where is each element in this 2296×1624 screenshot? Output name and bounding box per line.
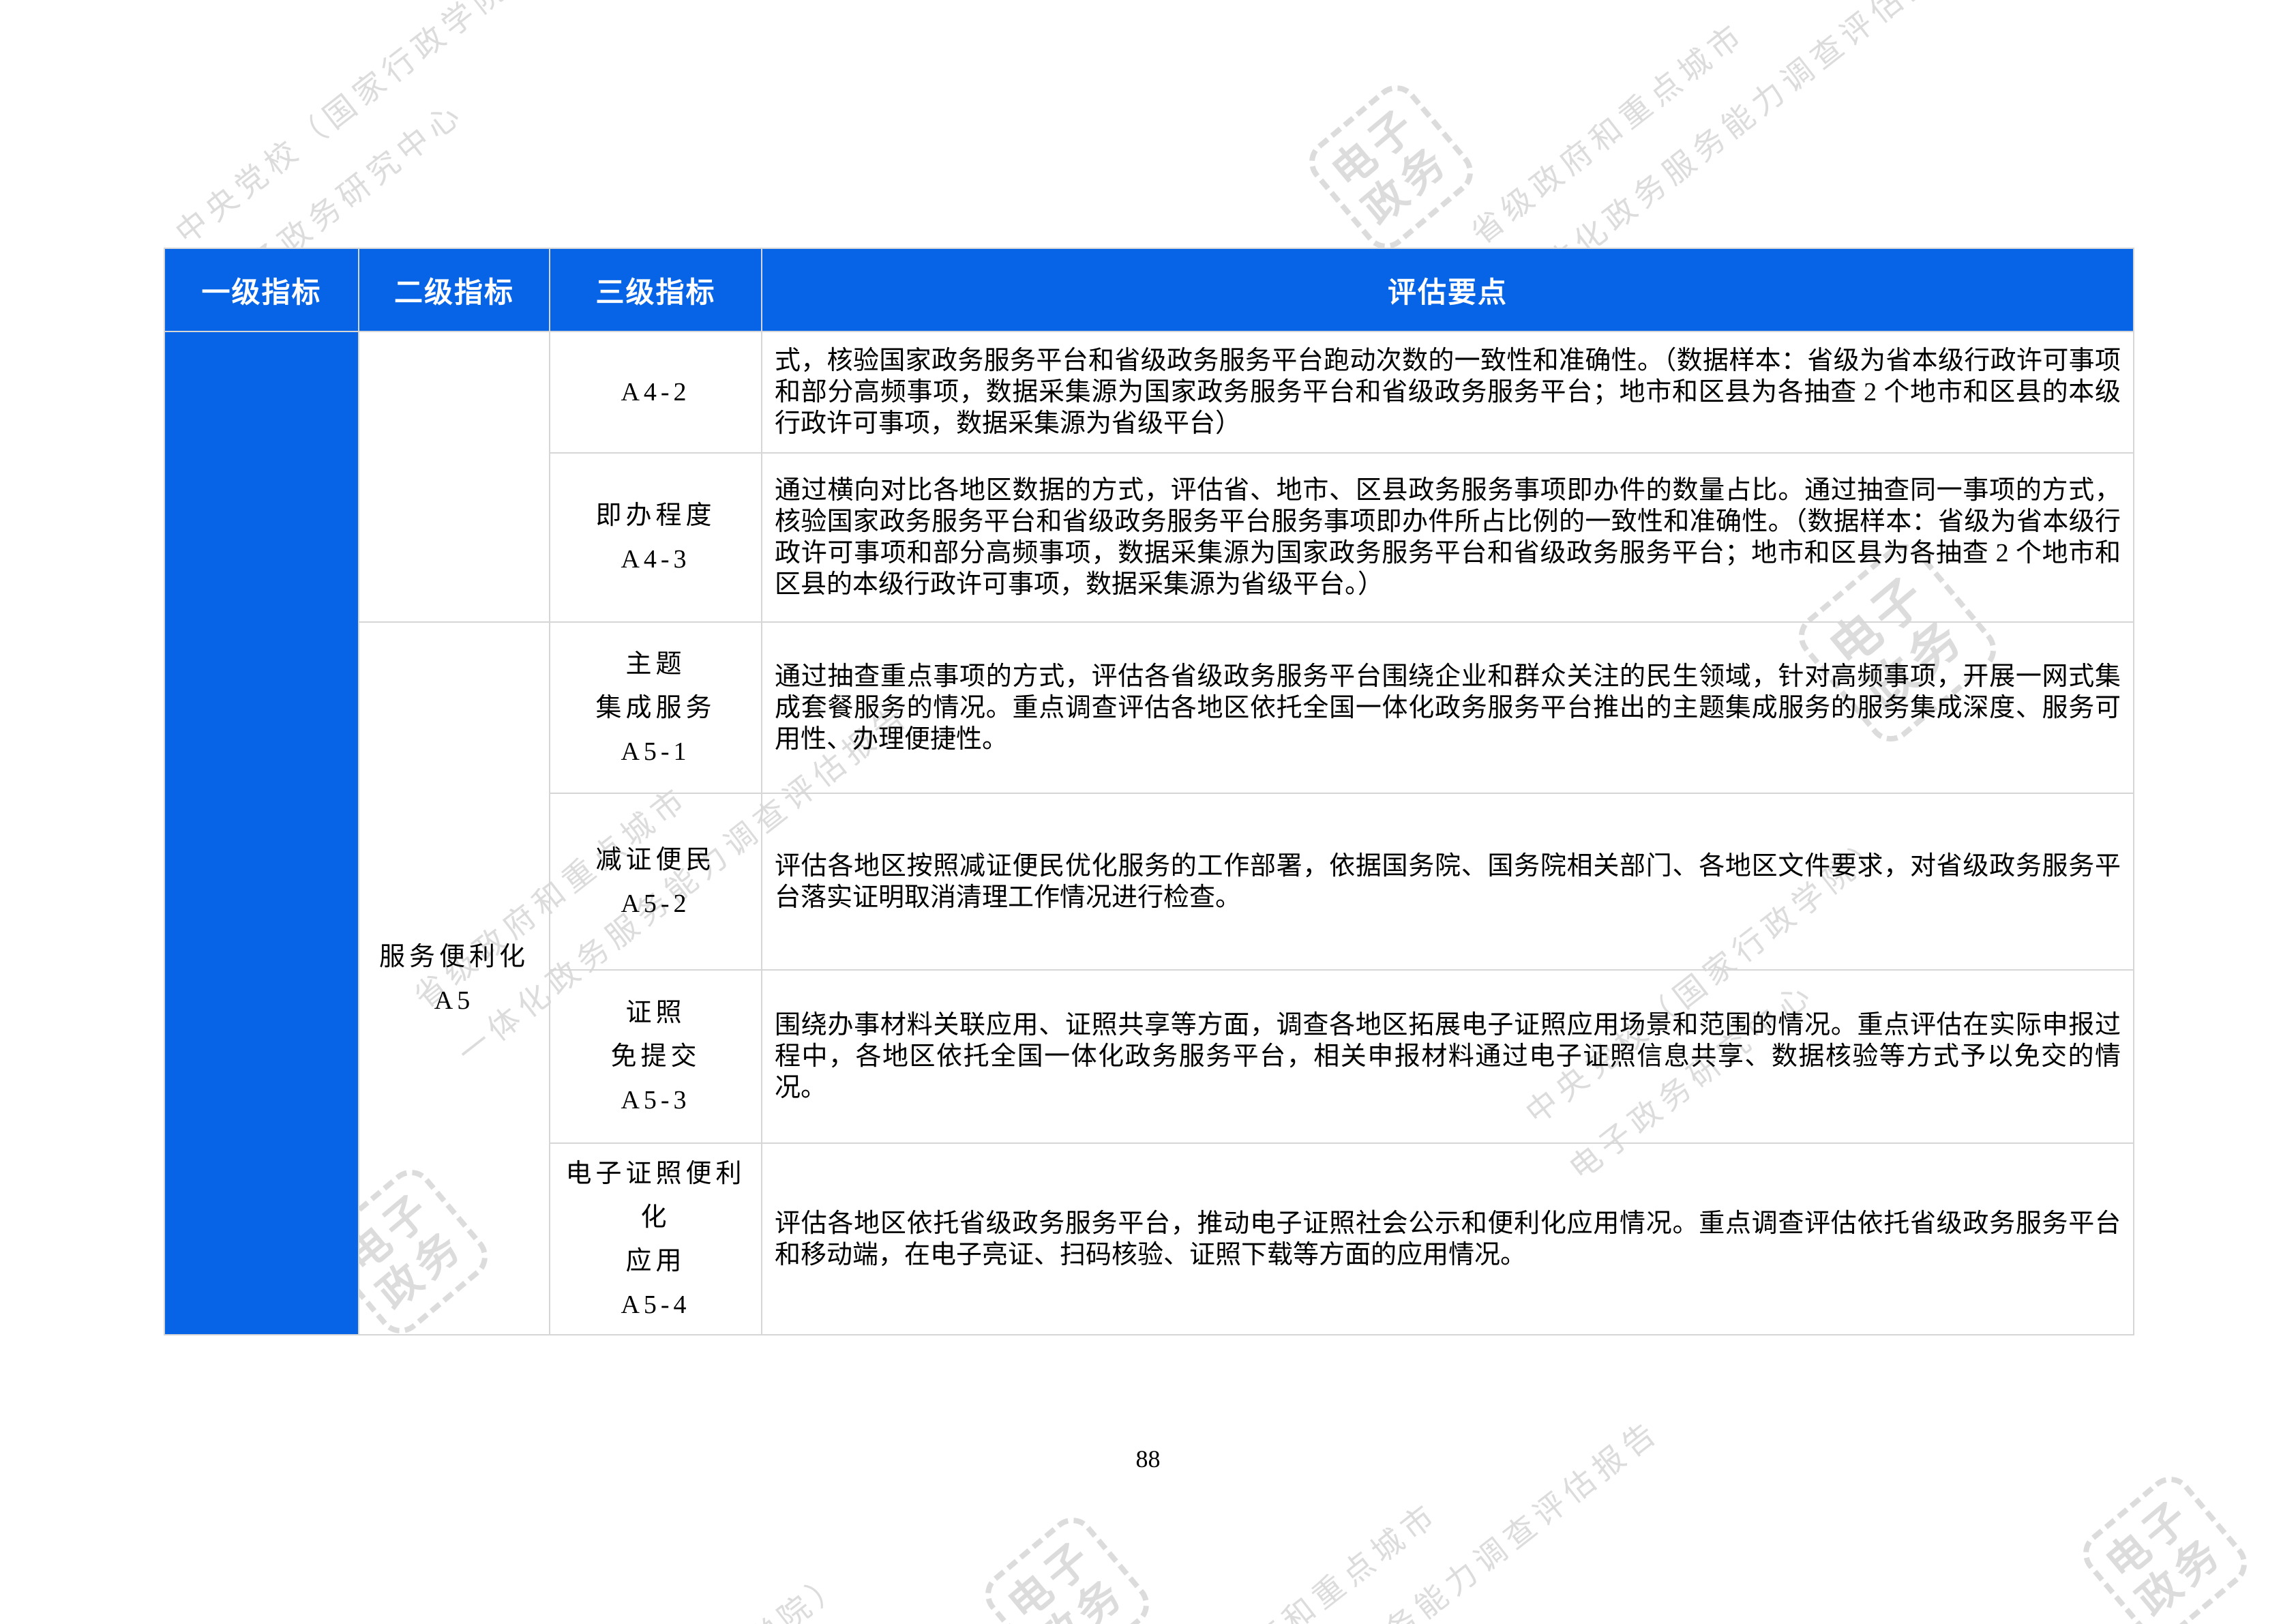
header-cell-level2: 二级指标 [359,248,550,332]
points-cell: 式，核验国家政务服务平台和省级政务服务平台跑动次数的一致性和准确性。（数据样本：… [762,332,2134,454]
points-cell: 通过横向对比各地区数据的方式，评估省、地市、区县政务服务事项即办件的数量占比。通… [762,454,2134,623]
watermark-line: 中央党校（国家行政学院） [169,0,546,251]
level3-cell: 电子证照便利 化 应用 A5-4 [550,1144,762,1335]
level2-cell-service-convenience: 服务便利化 A5 [359,623,550,1335]
watermark-seal: 电子 政务 [1300,76,1482,259]
e-gov-seal-icon: 电子 政务 [2074,1467,2256,1624]
points-text: 评估各地区依托省级政务服务平台，推动电子证照社会公示和便利化应用情况。重点调查评… [775,1209,2121,1269]
level3-cell: 证照 免提交 A5-3 [550,971,762,1144]
page-number: 88 [1135,1445,1161,1473]
level3-cell: 即办程度 A4-3 [550,454,762,623]
points-text: 评估各地区按照减证便民优化服务的工作部署，依据国务院、国务院相关部门、各地区文件… [775,851,2121,912]
watermark-line: 省级政府和重点城市 [1158,1495,1446,1624]
level3-cell: 减证便民 A5-2 [550,794,762,971]
header-cell-level3: 三级指标 [550,248,762,332]
watermark-line: 电子政务研究中心 [521,1621,895,1624]
e-gov-seal-icon: 电子 政务 [1300,76,1482,259]
e-gov-seal-icon: 电子 政务 [976,1508,1159,1624]
points-text: 通过抽查重点事项的方式，评估各省级政务服务平台围绕企业和群众关注的民生领域，针对… [775,662,2121,754]
level3-cell: A4-2 [550,332,762,454]
points-cell: 评估各地区按照减证便民优化服务的工作部署，依据国务院、国务院相关部门、各地区文件… [762,794,2134,971]
level2-empty-continuation-cell [359,332,550,623]
points-text: 围绕办事材料关联应用、证照共享等方面，调查各地区拓展电子证照应用场景和范围的情况… [775,1011,2121,1102]
points-text: 通过横向对比各地区数据的方式，评估省、地市、区县政务服务事项即办件的数量占比。通… [775,476,2121,599]
watermark-seal: 电子 政务 [2074,1467,2256,1624]
points-cell: 通过抽查重点事项的方式，评估各省级政务服务平台围绕企业和群众关注的民生领域，针对… [762,623,2134,794]
watermark-seal: 电子 政务 [976,1508,1159,1624]
header-cell-points: 评估要点 [762,248,2134,332]
document-page: 中央党校（国家行政学院） 电子政务研究中心 电子 政务 省级政府和重点城市 一体… [0,0,2296,1624]
level3-cell: 主题 集成服务 A5-1 [550,623,762,794]
level1-merged-cell [164,332,359,1335]
points-cell: 评估各地区依托省级政务服务平台，推动电子证照社会公示和便利化应用情况。重点调查评… [762,1144,2134,1335]
header-cell-level1: 一级指标 [164,248,359,332]
indicator-table: 一级指标 二级指标 三级指标 评估要点 服务便利化 A5 A4-2 即办程度 A… [164,248,2134,1335]
points-text: 式，核验国家政务服务平台和省级政务服务平台跑动次数的一致性和准确性。（数据样本：… [775,346,2121,438]
points-cell: 围绕办事材料关联应用、证照共享等方面，调查各地区拓展电子证照应用场景和范围的情况… [762,971,2134,1144]
watermark-line: 中央党校（国家行政学院） [476,1563,852,1624]
watermark-line: 省级政府和重点城市 [1465,15,1753,251]
